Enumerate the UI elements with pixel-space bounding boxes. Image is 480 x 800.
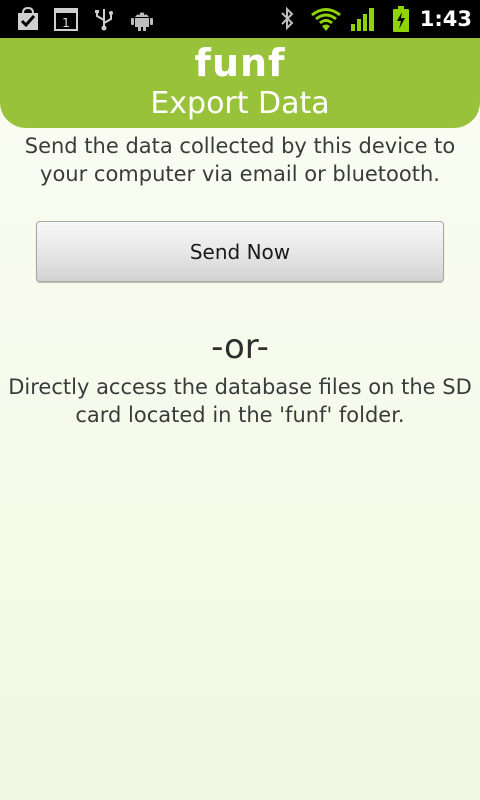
- battery-charging-icon: [390, 6, 412, 32]
- status-bar: 1 1:43: [0, 0, 480, 38]
- svg-text:1: 1: [62, 16, 70, 30]
- wifi-icon: [310, 6, 342, 32]
- clock-time: 1:43: [419, 7, 472, 31]
- or-separator: -or-: [211, 327, 269, 367]
- export-description: Send the data collected by this device t…: [24, 134, 456, 186]
- signal-icon: [348, 6, 378, 32]
- logo-text: funf: [194, 41, 286, 85]
- bluetooth-icon: [276, 6, 298, 32]
- usb-icon: [90, 6, 118, 32]
- page-title: Export Data: [150, 86, 330, 121]
- checkbox-bag-icon: [14, 6, 42, 32]
- android-icon: [128, 6, 156, 32]
- send-now-button[interactable]: Send Now: [36, 221, 444, 282]
- calendar-icon: 1: [52, 6, 80, 32]
- funf-logo: funf: [0, 40, 480, 86]
- app-header: funf Export Data: [0, 38, 480, 128]
- sd-card-instructions: Directly access the database files on th…: [8, 375, 472, 427]
